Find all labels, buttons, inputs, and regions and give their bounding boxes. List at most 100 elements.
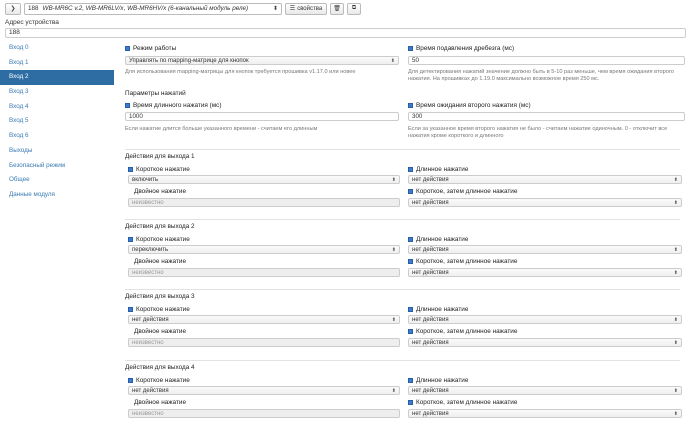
output-4-short-select[interactable]: нет действия ⬍ — [128, 386, 400, 395]
short-then-long-value: нет действия — [412, 269, 449, 276]
double-press-label: Двойное нажатие — [134, 258, 187, 265]
section-divider — [125, 360, 680, 361]
address-input[interactable]: 188 — [5, 28, 686, 38]
debounce-input[interactable]: 50 — [408, 56, 685, 65]
long-press-value: нет действия — [412, 176, 449, 183]
device-model: WB-MR6C v.2, WB-MR6LV/x, WB-MR6HV/x (6-к… — [42, 5, 249, 12]
short-press-value: переключить — [132, 246, 169, 253]
select-arrow-icon: ⬍ — [673, 387, 678, 394]
output-1-long-select[interactable]: нет действия ⬍ — [408, 175, 682, 184]
section-divider — [125, 149, 680, 150]
press-params-title: Параметры нажатий — [125, 90, 186, 97]
long-press-help: Если нажатие длится больше указанного вр… — [125, 126, 318, 132]
mode-help: Для использования mapping-матрицы для кн… — [125, 69, 356, 75]
chevron-down-icon: ❯ — [10, 6, 16, 12]
short-press-label: Короткое нажатие — [136, 306, 190, 313]
sidebar-item-general[interactable]: Общее — [0, 173, 114, 188]
address-label: Адрес устройства — [5, 19, 59, 26]
checkbox-icon[interactable] — [128, 378, 133, 383]
sidebar-item-input-4[interactable]: Вход 4 — [0, 100, 114, 115]
device-select[interactable]: 188 WB-MR6C v.2, WB-MR6LV/x, WB-MR6HV/x … — [24, 2, 282, 15]
output-4-short-then-long-select[interactable]: нет действия ⬍ — [408, 409, 682, 418]
output-2-long-select[interactable]: нет действия ⬍ — [408, 245, 682, 254]
short-press-value: нет действия — [132, 387, 169, 394]
copy-icon: ⧉ — [351, 5, 357, 11]
checkbox-icon[interactable] — [128, 307, 133, 312]
output-1-title: Действия для выхода 1 — [125, 153, 195, 160]
checkbox-icon[interactable] — [408, 167, 413, 172]
sidebar-item-safe-mode[interactable]: Безопасный режим — [0, 159, 114, 174]
checkbox-icon[interactable] — [408, 46, 413, 51]
long-press-value: нет действия — [412, 316, 449, 323]
output-3-title: Действия для выхода 3 — [125, 293, 195, 300]
checkbox-icon[interactable] — [128, 237, 133, 242]
short-then-long-value: нет действия — [412, 199, 449, 206]
checkbox-icon[interactable] — [408, 237, 413, 242]
sidebar-item-outputs[interactable]: Выходы — [0, 144, 114, 159]
sidebar-item-input-6[interactable]: Вход 6 — [0, 129, 114, 144]
output-2-short-select[interactable]: переключить ⬍ — [128, 245, 400, 254]
checkbox-icon[interactable] — [408, 189, 413, 194]
checkbox-icon[interactable] — [125, 46, 130, 51]
long-press-action-label: Длинное нажатие — [416, 236, 469, 243]
long-press-action-label: Длинное нажатие — [416, 306, 469, 313]
checkbox-icon[interactable] — [408, 400, 413, 405]
checkbox-icon[interactable] — [408, 259, 413, 264]
debounce-help: Для детектирования нажатий значение долж… — [408, 69, 674, 82]
mode-select[interactable]: Управлять по mapping-матрице для кнопок ⬍ — [125, 56, 399, 65]
sidebar-item-input-3[interactable]: Вход 3 — [0, 85, 114, 100]
select-arrow-icon: ⬍ — [673, 410, 678, 417]
double-press-value: неизвестно — [132, 199, 164, 206]
sidebar-item-module-data[interactable]: Данные модуля — [0, 188, 114, 203]
delete-button[interactable]: 🗑 — [330, 2, 344, 15]
output-1-short-select[interactable]: включить ⬍ — [128, 175, 400, 184]
short-press-label: Короткое нажатие — [136, 166, 190, 173]
mode-label: Режим работы — [133, 45, 177, 52]
output-2-double-select[interactable]: неизвестно — [128, 268, 400, 277]
mode-value: Управлять по mapping-матрице для кнопок — [129, 57, 249, 64]
device-address: 188 — [28, 5, 39, 12]
output-1-double-select[interactable]: неизвестно — [128, 198, 400, 207]
output-3-short-select[interactable]: нет действия ⬍ — [128, 315, 400, 324]
trash-icon: 🗑 — [333, 6, 341, 12]
long-press-input[interactable]: 1000 — [125, 112, 399, 121]
second-press-label: Время ожидания второго нажатия (мс) — [416, 102, 531, 109]
double-press-value: неизвестно — [132, 410, 164, 417]
short-then-long-label-row: Короткое, затем длинное нажатие — [408, 188, 517, 195]
top-toolbar: ❯ 188 WB-MR6C v.2, WB-MR6LV/x, WB-MR6HV/… — [0, 0, 690, 17]
sidebar-item-input-1[interactable]: Вход 1 — [0, 56, 114, 71]
output-3-long-select[interactable]: нет действия ⬍ — [408, 315, 682, 324]
select-arrow-icon: ⬍ — [391, 316, 396, 323]
second-press-input[interactable]: 300 — [408, 112, 685, 121]
output-2-short-then-long-select[interactable]: нет действия ⬍ — [408, 268, 682, 277]
collapse-button[interactable]: ❯ — [5, 2, 21, 15]
checkbox-icon[interactable] — [408, 103, 413, 108]
checkbox-icon[interactable] — [408, 378, 413, 383]
select-arrow-icon: ⬍ — [673, 246, 678, 253]
long-press-label-row: Длинное нажатие — [408, 306, 468, 313]
short-press-label: Короткое нажатие — [136, 236, 190, 243]
debounce-label-row: Время подавления дребезга (мс) — [408, 45, 514, 52]
checkbox-icon[interactable] — [125, 103, 130, 108]
checkbox-icon[interactable] — [128, 167, 133, 172]
double-press-label: Двойное нажатие — [134, 399, 187, 406]
short-press-label-row: Короткое нажатие — [128, 306, 190, 313]
properties-button[interactable]: ☰ свойства — [285, 2, 327, 15]
sidebar-item-input-0[interactable]: Вход 0 — [0, 41, 114, 56]
properties-label: свойства — [297, 5, 323, 12]
sidebar-item-input-2[interactable]: Вход 2 — [0, 70, 114, 86]
select-arrow-icon: ⬍ — [673, 339, 678, 346]
checkbox-icon[interactable] — [408, 329, 413, 334]
list-icon: ☰ — [289, 6, 296, 12]
copy-button[interactable]: ⧉ — [347, 2, 361, 15]
sidebar-item-input-5[interactable]: Вход 5 — [0, 114, 114, 129]
output-3-double-select[interactable]: неизвестно — [128, 338, 400, 347]
short-then-long-label: Короткое, затем длинное нажатие — [416, 328, 518, 335]
checkbox-icon[interactable] — [408, 307, 413, 312]
output-4-long-select[interactable]: нет действия ⬍ — [408, 386, 682, 395]
output-4-double-select[interactable]: неизвестно — [128, 409, 400, 418]
output-3-short-then-long-select[interactable]: нет действия ⬍ — [408, 338, 682, 347]
select-arrow-icon: ⬍ — [673, 316, 678, 323]
output-1-short-then-long-select[interactable]: нет действия ⬍ — [408, 198, 682, 207]
long-press-label-row: Длинное нажатие — [408, 377, 468, 384]
